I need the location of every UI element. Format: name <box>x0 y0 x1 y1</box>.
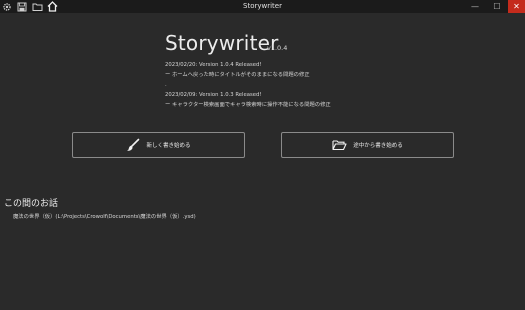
app-version: v1.0.4 <box>267 44 288 52</box>
recent-stories-heading: この間のお話 <box>4 199 59 209</box>
release-note-line: ー キャラクター検索画面でキャラ検索時に操作不能になる問題の修正 <box>165 102 331 108</box>
recent-story-item[interactable]: 魔法の世界（仮）(L:\Projects\Crowolf\Documents\魔… <box>13 212 196 220</box>
app-logo-title: Storywriter <box>165 31 279 55</box>
close-button[interactable]: ✕ <box>508 0 525 13</box>
maximize-button[interactable]: ☐ <box>486 0 508 13</box>
app-window: Storywriter — ☐ ✕ Storywriter v1.0.4 202… <box>0 0 525 310</box>
new-story-button[interactable]: 新しく書き始める <box>72 132 245 158</box>
folder-open-icon <box>332 139 347 151</box>
release-note-line: ー ホームへ戻った時にタイトルがそのままになる問題の修正 <box>165 72 310 78</box>
release-note-line: . <box>165 82 167 88</box>
continue-story-button[interactable]: 途中から書き始める <box>281 132 454 158</box>
title-bar: Storywriter — ☐ ✕ <box>0 0 525 13</box>
minimize-button[interactable]: — <box>464 0 486 13</box>
release-note-line: 2023/02/09: Version 1.0.3 Released! <box>165 92 262 98</box>
release-notes: 2023/02/20: Version 1.0.4 Released! ー ホー… <box>165 60 331 110</box>
brush-icon <box>126 138 140 152</box>
window-controls: — ☐ ✕ <box>464 0 525 13</box>
window-title: Storywriter <box>243 2 282 10</box>
new-story-label: 新しく書き始める <box>146 143 191 149</box>
release-note-line: 2023/02/20: Version 1.0.4 Released! <box>165 62 262 68</box>
continue-story-label: 途中から書き始める <box>353 143 403 149</box>
